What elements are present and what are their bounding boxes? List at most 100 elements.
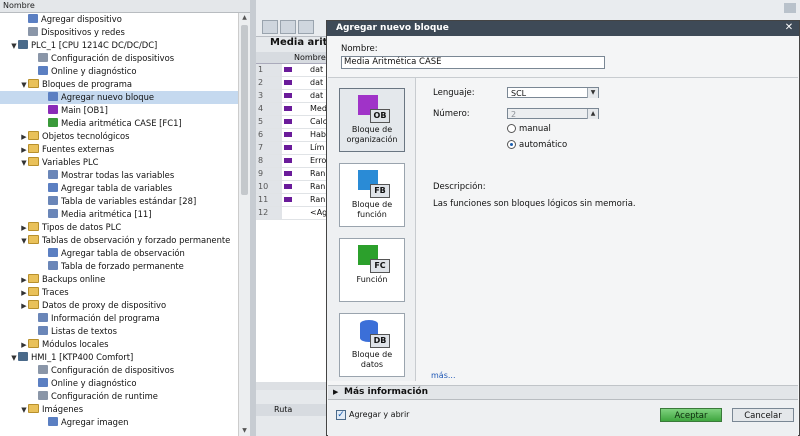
block-type-db-label: Bloque de datos — [351, 350, 393, 369]
tree-item[interactable]: ▶ Datos de proxy de dispositivo — [0, 299, 238, 312]
tree-item[interactable]: Tabla de forzado permanente — [0, 260, 238, 273]
tree-item[interactable]: Media aritmética [11] — [0, 208, 238, 221]
add-open-checkbox[interactable]: ✓ — [336, 410, 346, 420]
tree-item[interactable]: Configuración de dispositivos — [0, 364, 238, 377]
row-number: 1 — [256, 64, 282, 76]
table-row[interactable]: 6 Hab — [256, 129, 326, 142]
tree-item-label: Main [OB1] — [61, 105, 108, 115]
add-row-icon[interactable] — [280, 20, 296, 34]
tree-item[interactable]: Dispositivos y redes — [0, 26, 238, 39]
table-row[interactable]: 5 Calc — [256, 116, 327, 129]
tree-item[interactable]: ▶ Traces — [0, 286, 238, 299]
parameter-icon — [284, 67, 292, 72]
more-info-bar[interactable]: ▶ Más información — [328, 385, 798, 399]
tree-item[interactable]: ▶ Tipos de datos PLC — [0, 221, 238, 234]
db-block-icon: DB — [356, 320, 390, 348]
tree-item[interactable]: Media aritmética CASE [FC1] — [0, 117, 238, 130]
fc-block-icon — [48, 118, 58, 127]
block-type-fb[interactable]: FB Bloque de función — [339, 163, 405, 227]
tree-item[interactable]: Información del programa — [0, 312, 238, 325]
tree-item[interactable]: ▶ Módulos locales — [0, 338, 238, 351]
tree-item-label: Online y diagnóstico — [51, 66, 137, 76]
spinner-icon: ▲ — [587, 109, 598, 119]
folder-icon — [28, 144, 39, 153]
scroll-down-icon[interactable]: ▼ — [239, 426, 250, 436]
tree-item[interactable]: ▶ Backups online — [0, 273, 238, 286]
row-number: 2 — [256, 77, 282, 89]
tree-item[interactable]: Configuración de runtime — [0, 390, 238, 403]
editor-hscroll[interactable] — [256, 382, 326, 390]
tree-item-label: Dispositivos y redes — [41, 27, 125, 37]
code-area[interactable] — [256, 220, 326, 390]
insert-row-icon[interactable] — [262, 20, 278, 34]
tree-item-label: Tabla de variables estándar [28] — [61, 196, 197, 206]
tree-item[interactable]: Agregar tabla de variables — [0, 182, 238, 195]
row-name: Ran — [310, 169, 326, 178]
tree-item[interactable]: Tabla de variables estándar [28] — [0, 195, 238, 208]
scroll-thumb[interactable] — [241, 25, 248, 195]
add-block-dialog: Agregar nuevo bloque ✕ Nombre: Media Ari… — [326, 20, 800, 436]
table-row[interactable]: 3 dat — [256, 90, 326, 103]
network-icon — [28, 27, 38, 36]
tree-item[interactable]: Agregar nuevo bloque — [0, 91, 238, 104]
tree-item[interactable]: Mostrar todas las variables — [0, 169, 238, 182]
close-icon[interactable]: ✕ — [783, 22, 795, 34]
number-spinner: 2 ▲ — [507, 108, 599, 119]
tree-scrollbar[interactable]: ▲ ▼ — [238, 13, 250, 436]
tree-item[interactable]: Agregar imagen — [0, 416, 238, 429]
table-row[interactable]: 2 dat — [256, 77, 326, 90]
block-type-db[interactable]: DB Bloque de datos — [339, 313, 405, 377]
diagnostic-icon — [38, 378, 48, 387]
tree-item-label: Configuración de dispositivos — [51, 53, 175, 63]
tree-item[interactable]: Agregar tabla de observación — [0, 247, 238, 260]
table-row[interactable]: 8 Erro — [256, 155, 326, 168]
row-name: Ran — [310, 182, 326, 191]
add-watch-table-icon — [48, 248, 58, 257]
tree-column-header[interactable]: Nombre — [0, 0, 250, 13]
tree-item-label: PLC_1 [CPU 1214C DC/DC/DC] — [31, 40, 158, 50]
table-row[interactable]: 1 dat — [256, 64, 326, 77]
folder-icon — [28, 287, 39, 296]
tree-item[interactable]: ▶ Objetos tecnológicos — [0, 130, 238, 143]
table-row[interactable]: 12 <Ag — [256, 207, 327, 220]
tree-item[interactable]: ▼ Imágenes — [0, 403, 238, 416]
editor-close-icon[interactable] — [784, 3, 796, 13]
variables-icon — [48, 170, 58, 179]
tree-item[interactable]: Agregar dispositivo — [0, 13, 238, 26]
tree-item[interactable]: Listas de textos — [0, 325, 238, 338]
tree-item[interactable]: Online y diagnóstico — [0, 65, 238, 78]
tree-item[interactable]: ▼ HMI_1 [KTP400 Comfort] — [0, 351, 238, 364]
tree-item[interactable]: ▼ PLC_1 [CPU 1214C DC/DC/DC] — [0, 39, 238, 52]
grid-header-name: Nombre — [294, 53, 326, 62]
tree-item[interactable]: Online y diagnóstico — [0, 377, 238, 390]
block-name-input[interactable]: Media Aritmética CASE — [341, 56, 605, 69]
move-icon[interactable] — [298, 20, 314, 34]
more-info-label: Más información — [344, 387, 429, 397]
parameter-icon — [284, 93, 292, 98]
tree-item-label: Datos de proxy de dispositivo — [42, 300, 167, 310]
tree-item[interactable]: ▼ Tablas de observación y forzado permane… — [0, 234, 238, 247]
block-type-ob[interactable]: OB Bloque de organización — [339, 88, 405, 152]
table-row[interactable]: 10 Ran — [256, 181, 326, 194]
tree-item[interactable]: ▼ Variables PLC — [0, 156, 238, 169]
tree-item[interactable]: ▶ Fuentes externas — [0, 143, 238, 156]
tree-item[interactable]: ▼ Bloques de programa — [0, 78, 238, 91]
tree-item[interactable]: Main [OB1] — [0, 104, 238, 117]
table-row[interactable]: 4 Med — [256, 103, 327, 116]
more-link[interactable]: más... — [431, 371, 456, 380]
folder-icon — [28, 222, 39, 231]
table-row[interactable]: 9 Ran — [256, 168, 326, 181]
table-row[interactable]: 11 Ran — [256, 194, 326, 207]
parameter-icon — [284, 106, 292, 111]
chevron-down-icon[interactable]: ▼ — [587, 88, 598, 98]
table-row[interactable]: 7 Lím — [256, 142, 326, 155]
radio-automatic[interactable] — [507, 140, 516, 149]
radio-manual[interactable] — [507, 124, 516, 133]
block-type-fc[interactable]: FC Función — [339, 238, 405, 302]
cancel-button[interactable]: Cancelar — [732, 408, 794, 422]
ok-button[interactable]: Aceptar — [660, 408, 722, 422]
tree-item-label: Mostrar todas las variables — [61, 170, 175, 180]
language-select[interactable]: SCL ▼ — [507, 87, 599, 98]
scroll-up-icon[interactable]: ▲ — [239, 13, 250, 23]
tree-item[interactable]: Configuración de dispositivos — [0, 52, 238, 65]
